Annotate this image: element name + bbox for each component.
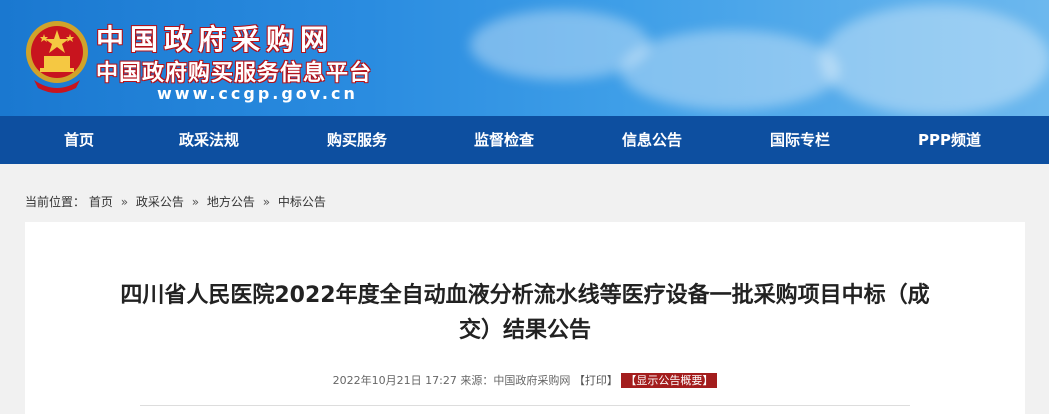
banner-cloud <box>620 30 840 110</box>
nav-item-announcements[interactable]: 信息公告 <box>622 116 682 164</box>
banner-cloud <box>820 5 1049 115</box>
article-date: 2022年10月21日 17:27 <box>332 374 457 387</box>
breadcrumb-separator: » <box>120 195 129 209</box>
article-title-line1: 四川省人民医院2022年度全自动血液分析流水线等医疗设备一批采购项目中标（成 <box>120 283 930 308</box>
nav-item-international[interactable]: 国际专栏 <box>770 116 830 164</box>
print-button[interactable]: 【打印】 <box>574 374 618 387</box>
main-nav: 首页 政采法规 购买服务 监督检查 信息公告 国际专栏 PPP频道 <box>0 116 1049 164</box>
nav-item-regulations[interactable]: 政采法规 <box>179 116 239 164</box>
breadcrumb-announcements[interactable]: 政采公告 <box>136 195 184 209</box>
article-meta: 2022年10月21日 17:27 来源：中国政府采购网 【打印】 【显示公告概… <box>25 372 1025 388</box>
show-summary-button[interactable]: 【显示公告概要】 <box>621 373 718 388</box>
site-title[interactable]: 中国政府采购网 <box>96 18 334 58</box>
site-subtitle: 中国政府购买服务信息平台 <box>96 61 373 86</box>
divider <box>140 405 910 406</box>
article-source: 中国政府采购网 <box>493 374 571 387</box>
site-header-banner: 中国政府采购网 中国政府购买服务信息平台 www.ccgp.gov.cn <box>0 0 1049 116</box>
breadcrumb: 当前位置： 首页 » 政采公告 » 地方公告 » 中标公告 <box>25 193 326 210</box>
nav-item-purchase-services[interactable]: 购买服务 <box>327 116 387 164</box>
breadcrumb-local-announcements[interactable]: 地方公告 <box>207 195 255 209</box>
breadcrumb-prefix: 当前位置： <box>25 195 86 209</box>
nav-item-home[interactable]: 首页 <box>64 116 94 164</box>
article-title-line2: 交）结果公告 <box>458 318 591 343</box>
national-emblem-icon <box>26 21 88 93</box>
breadcrumb-award-announcements[interactable]: 中标公告 <box>278 195 326 209</box>
breadcrumb-home[interactable]: 首页 <box>89 195 113 209</box>
breadcrumb-separator: » <box>262 195 271 209</box>
nav-item-ppp[interactable]: PPP频道 <box>918 116 981 164</box>
article-title: 四川省人民医院2022年度全自动血液分析流水线等医疗设备一批采购项目中标（成 交… <box>41 278 1009 348</box>
breadcrumb-separator: » <box>191 195 200 209</box>
site-url[interactable]: www.ccgp.gov.cn <box>157 84 358 103</box>
article-card: 四川省人民医院2022年度全自动血液分析流水线等医疗设备一批采购项目中标（成 交… <box>25 222 1025 414</box>
nav-item-supervision[interactable]: 监督检查 <box>474 116 534 164</box>
article-source-label: 来源： <box>460 374 494 387</box>
